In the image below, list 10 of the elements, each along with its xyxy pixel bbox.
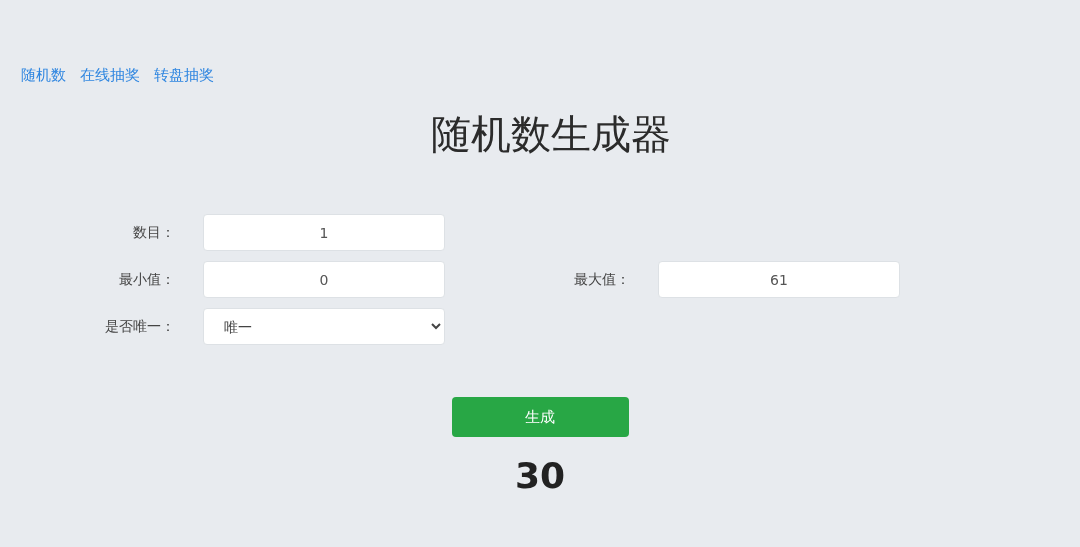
number-input[interactable]: 0	[203, 261, 445, 298]
field-label: 是否唯一：	[105, 317, 175, 336]
field-label: 数目：	[133, 223, 175, 242]
number-input[interactable]: 1	[203, 214, 445, 251]
unique-select[interactable]: 唯一	[203, 308, 445, 345]
number-input[interactable]: 61	[658, 261, 900, 298]
field-label: 最小值：	[119, 270, 175, 289]
page-title: 随机数生成器	[430, 110, 672, 159]
field-label: 最大值：	[574, 270, 630, 289]
result-number: 30	[514, 455, 566, 496]
